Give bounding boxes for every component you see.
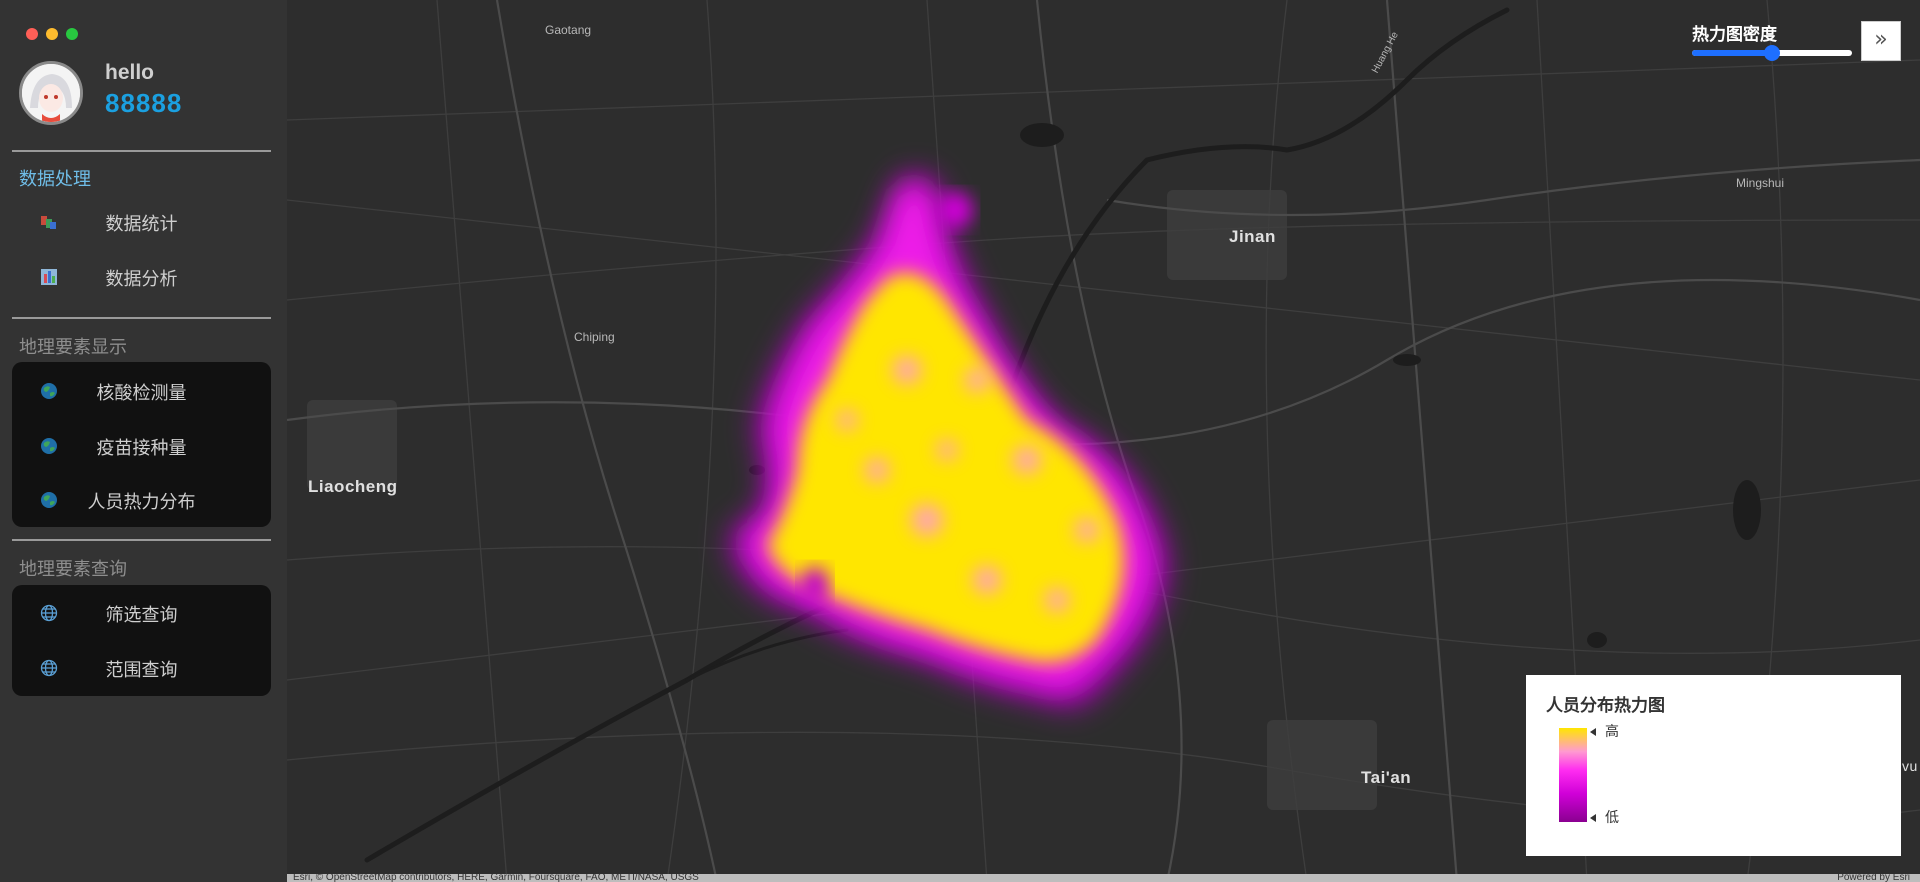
place-label-jinan: Jinan <box>1229 227 1276 246</box>
population-heatmap <box>730 174 1167 707</box>
geo-query-menu: 筛选查询 范围查询 <box>12 585 271 696</box>
window-minimize-button[interactable] <box>46 28 58 40</box>
menu-item-nucleic-acid-tests[interactable]: 核酸检测量 <box>12 365 271 417</box>
place-label-chiping: Chiping <box>574 330 615 344</box>
menu-item-range-query[interactable]: 范围查询 <box>12 642 271 694</box>
geo-display-menu: 核酸检测量 疫苗接种量 人员热力分布 <box>12 362 271 527</box>
menu-item-population-heatmap[interactable]: 人员热力分布 <box>12 474 271 526</box>
avatar[interactable] <box>19 61 83 125</box>
section-title-geo-display: 地理要素显示 <box>19 337 127 358</box>
window-maximize-button[interactable] <box>66 28 78 40</box>
menu-item-vaccinations[interactable]: 疫苗接种量 <box>12 420 271 472</box>
divider <box>12 317 271 319</box>
place-label-liaocheng: Liaocheng <box>308 477 398 496</box>
menu-item-label: 核酸检测量 <box>96 383 187 404</box>
menu-item-label: 数据统计 <box>105 214 178 235</box>
double-chevron-right-icon: » <box>1874 27 1888 52</box>
window-close-button[interactable] <box>26 28 38 40</box>
divider <box>12 150 271 152</box>
legend-low-label: 低 <box>1605 810 1619 826</box>
sidebar: hello 88888 数据处理 数据统计 数据分析 地理要素显示 核酸检测量 … <box>0 0 287 882</box>
user-name: hello <box>105 61 155 84</box>
heatmap-density-slider[interactable] <box>1692 45 1852 61</box>
powered-by-esri-link[interactable]: Powered by Esri <box>1837 874 1910 882</box>
divider <box>12 539 271 541</box>
legend-color-ramp <box>1559 728 1587 822</box>
section-title-geo-query: 地理要素查询 <box>19 559 127 580</box>
legend-title: 人员分布热力图 <box>1546 696 1665 716</box>
menu-item-filter-query[interactable]: 筛选查询 <box>12 587 271 639</box>
user-id: 88888 <box>105 88 183 118</box>
heatmap-legend: 人员分布热力图 高 低 <box>1526 675 1901 856</box>
place-label-edge: vu <box>1902 758 1918 774</box>
attribution-text: Esri, © OpenStreetMap contributors, HERE… <box>293 874 699 882</box>
slider-thumb[interactable] <box>1764 45 1780 61</box>
menu-item-label: 范围查询 <box>105 660 178 681</box>
place-label-gaotang: Gaotang <box>545 23 592 37</box>
heatmap-density-title: 热力图密度 <box>1692 25 1777 45</box>
place-label-taian: Tai'an <box>1361 768 1412 787</box>
map-attribution: Esri, © OpenStreetMap contributors, HERE… <box>287 874 1920 882</box>
place-label-mingshui: Mingshui <box>1736 176 1785 190</box>
menu-item-label: 人员热力分布 <box>87 492 196 513</box>
menu-item-label: 数据分析 <box>105 269 178 290</box>
menu-item-data-analysis[interactable]: 数据分析 <box>12 251 271 303</box>
slider-fill <box>1692 50 1772 56</box>
expand-panel-button[interactable]: » <box>1861 21 1901 61</box>
legend-high-marker-icon <box>1590 728 1596 736</box>
menu-item-label: 筛选查询 <box>105 605 178 626</box>
section-title-data-processing: 数据处理 <box>19 169 91 190</box>
legend-high-label: 高 <box>1605 724 1619 740</box>
legend-low-marker-icon <box>1590 814 1596 822</box>
menu-item-data-statistics[interactable]: 数据统计 <box>12 196 271 248</box>
menu-item-label: 疫苗接种量 <box>96 438 187 459</box>
